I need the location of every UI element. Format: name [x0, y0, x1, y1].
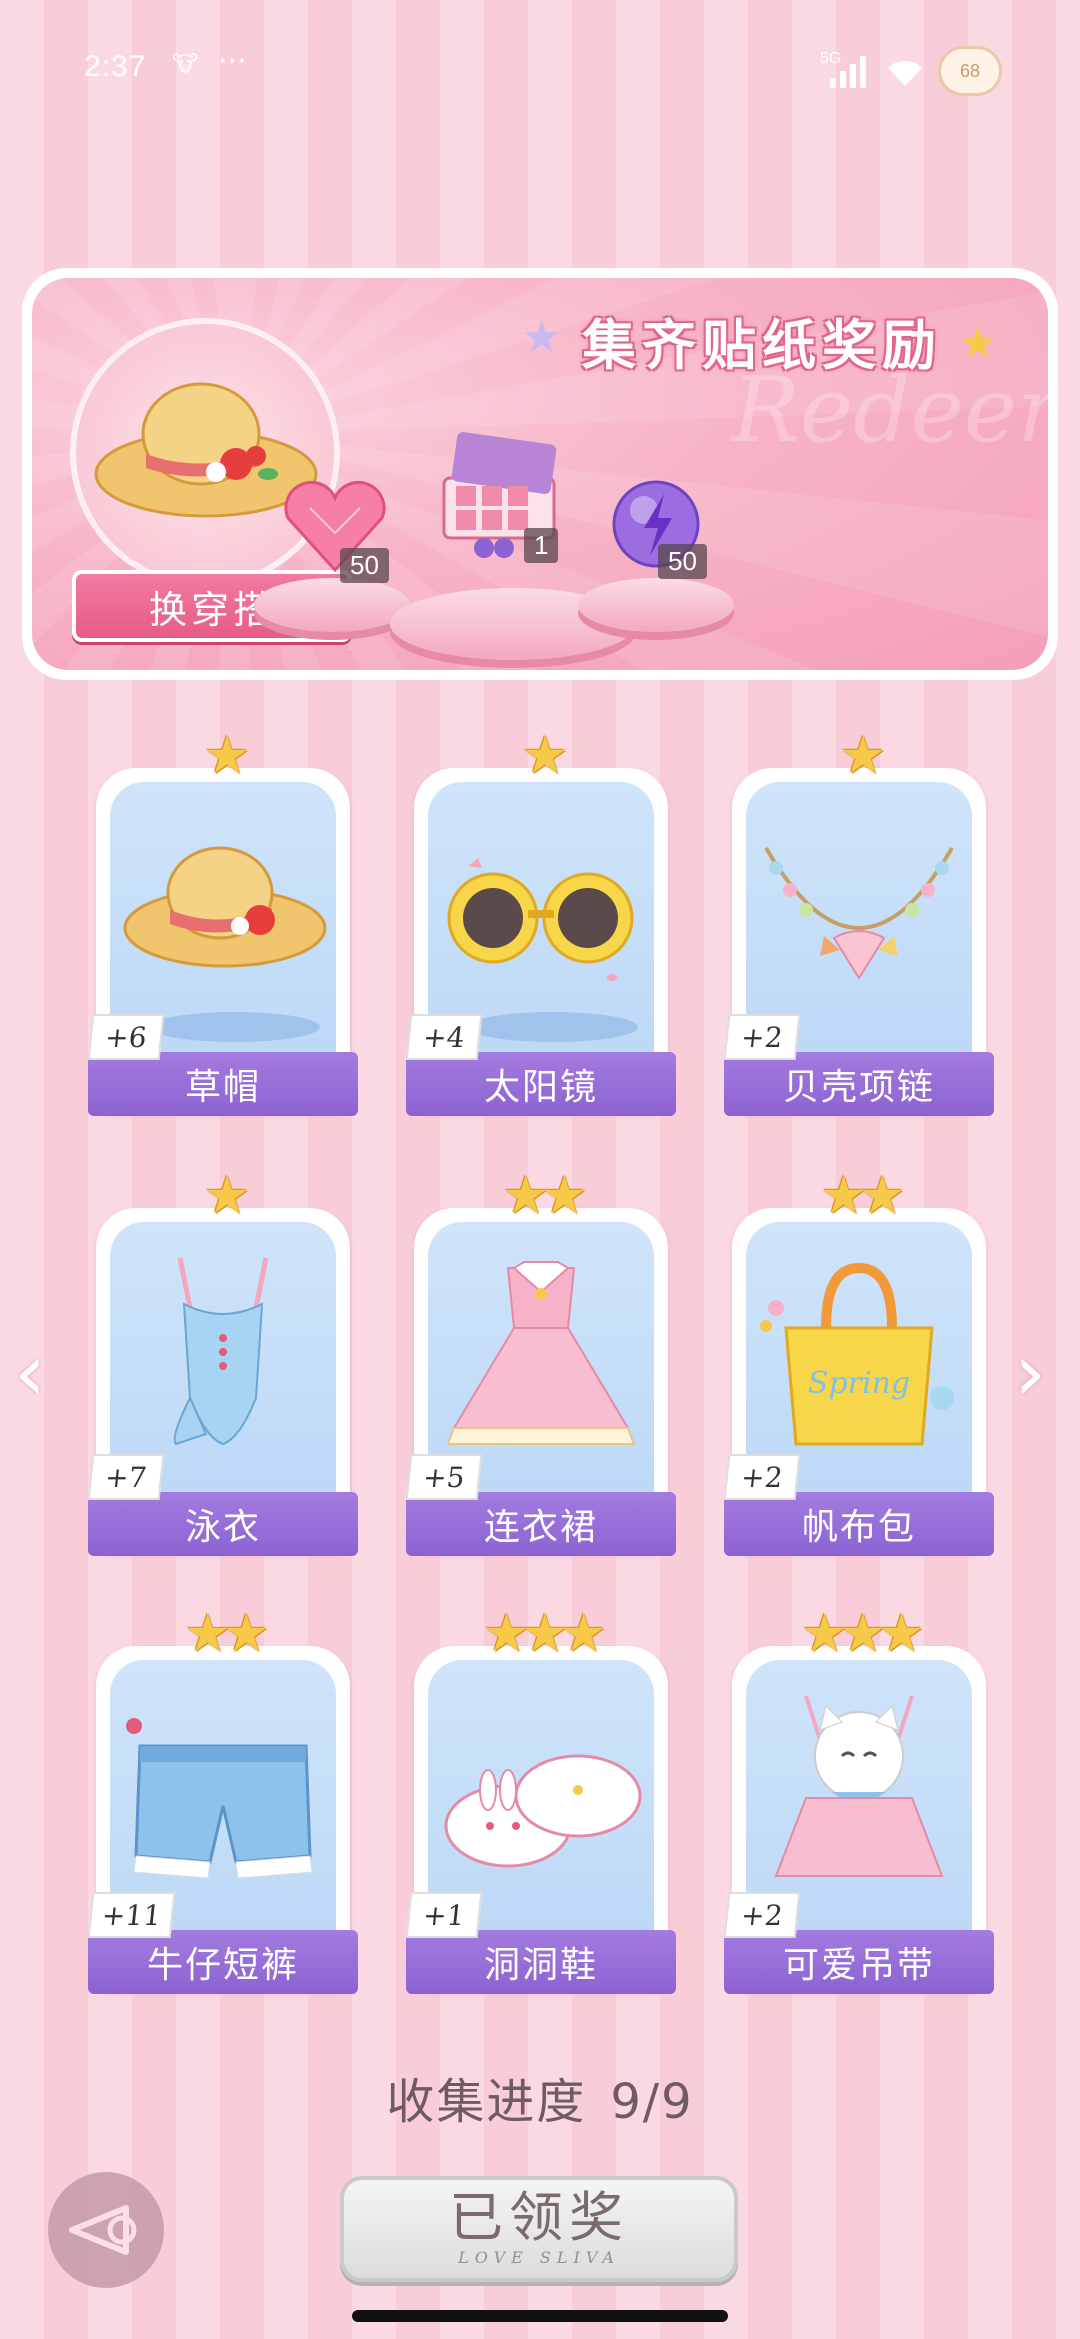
- reward-item-gift-box[interactable]: 1: [424, 418, 574, 572]
- claimed-button[interactable]: 已领奖 LOVE SLIVA: [340, 2176, 738, 2282]
- reward-count: 1: [524, 528, 559, 563]
- banner-title: 集齐贴纸奖励: [582, 313, 942, 377]
- item-count-badge: +2: [723, 1014, 801, 1060]
- star-rating-icon: ★★★: [801, 1604, 925, 1664]
- back-arrow-icon: [69, 2205, 137, 2255]
- reward-banner: Redeem ★ ★ 集齐贴纸奖励 换穿搭 50: [22, 268, 1058, 680]
- star-rating-icon: ★★: [820, 1166, 905, 1226]
- item-card[interactable]: ★★ 牛仔短裤 +11: [87, 1604, 358, 1994]
- back-button[interactable]: [48, 2172, 164, 2288]
- clog-shoes-icon: [444, 1754, 642, 1868]
- wifi-icon: [884, 56, 926, 95]
- item-card[interactable]: ★★ Spring 帆布包 +2: [723, 1166, 994, 1556]
- star-rating-icon: ★★★: [483, 1604, 607, 1664]
- progress-label: 收集进度: [386, 2074, 587, 2130]
- more-notifications-icon: ···: [218, 44, 247, 79]
- reward-item-heart-gem[interactable]: 50: [280, 478, 390, 583]
- cute-camisole-icon: [774, 1695, 944, 1877]
- next-page-arrow-icon[interactable]: ›: [1014, 1326, 1046, 1419]
- dress-icon: [446, 1261, 636, 1445]
- item-name: 草帽: [88, 1052, 358, 1116]
- star-rating-icon: ★★: [502, 1166, 587, 1226]
- item-card[interactable]: ★★ 连衣裙 +5: [405, 1166, 676, 1556]
- item-card[interactable]: ★★★ 洞洞鞋 +1: [405, 1604, 676, 1994]
- progress-value: 9/9: [610, 2074, 694, 2130]
- app-notification-icon: 🐮: [172, 52, 199, 77]
- canvas-bag-icon: Spring: [760, 1262, 954, 1446]
- shell-necklace-icon: [764, 846, 954, 980]
- sunglasses-icon: [447, 858, 634, 981]
- item-count-badge: +11: [87, 1892, 176, 1938]
- status-time: 2:37: [84, 50, 147, 83]
- swimsuit-icon: [173, 1257, 269, 1446]
- item-count-badge: +7: [87, 1454, 165, 1500]
- item-name: 连衣裙: [406, 1492, 676, 1556]
- battery-indicator: 68: [938, 46, 1002, 96]
- item-card[interactable]: ★ 贝壳项链 +2: [723, 726, 994, 1116]
- denim-shorts-icon: [126, 1718, 313, 1879]
- item-name: 泳衣: [88, 1492, 358, 1556]
- claimed-button-label: 已领奖: [449, 2186, 629, 2249]
- item-name: 帆布包: [724, 1492, 994, 1556]
- item-count-badge: +5: [405, 1454, 483, 1500]
- star-rating-icon: ★: [203, 1166, 251, 1226]
- item-card[interactable]: ★ 太阳镜 +4: [405, 726, 676, 1116]
- reward-count: 50: [658, 544, 707, 579]
- reward-count: 50: [340, 548, 389, 583]
- item-name: 牛仔短裤: [88, 1930, 358, 1994]
- svg-text:Spring: Spring: [808, 1366, 910, 1401]
- item-count-badge: +2: [723, 1454, 801, 1500]
- item-card[interactable]: ★★★ 可爱吊带 +2: [723, 1604, 994, 1994]
- item-count-badge: +2: [723, 1892, 801, 1938]
- signal-icon: [830, 56, 866, 95]
- item-card[interactable]: ★ 泳衣 +7: [87, 1166, 358, 1556]
- star-rating-icon: ★★: [184, 1604, 269, 1664]
- item-name: 洞洞鞋: [406, 1930, 676, 1994]
- home-indicator[interactable]: [352, 2310, 728, 2322]
- reward-pedestal: [254, 578, 410, 632]
- item-count-badge: +4: [405, 1014, 483, 1060]
- reward-item-energy-orb[interactable]: 50: [606, 474, 707, 579]
- item-name: 太阳镜: [406, 1052, 676, 1116]
- previous-page-arrow-icon[interactable]: ‹: [14, 1326, 46, 1419]
- status-bar: 2:37 🐮 ··· 5G 68: [0, 0, 1080, 140]
- item-name: 贝壳项链: [724, 1052, 994, 1116]
- reward-pedestal: [578, 578, 734, 632]
- star-rating-icon: ★: [203, 726, 251, 786]
- item-card[interactable]: ★ 草帽 +6: [87, 726, 358, 1116]
- straw-hat-icon: [123, 846, 327, 968]
- item-name: 可爱吊带: [724, 1930, 994, 1994]
- item-count-badge: +6: [87, 1014, 165, 1060]
- claimed-button-subtext: LOVE SLIVA: [458, 2248, 620, 2267]
- collection-progress: 收集进度 9/9: [0, 2062, 1080, 2132]
- item-count-badge: +1: [405, 1892, 483, 1938]
- star-rating-icon: ★: [521, 726, 569, 786]
- star-rating-icon: ★: [839, 726, 887, 786]
